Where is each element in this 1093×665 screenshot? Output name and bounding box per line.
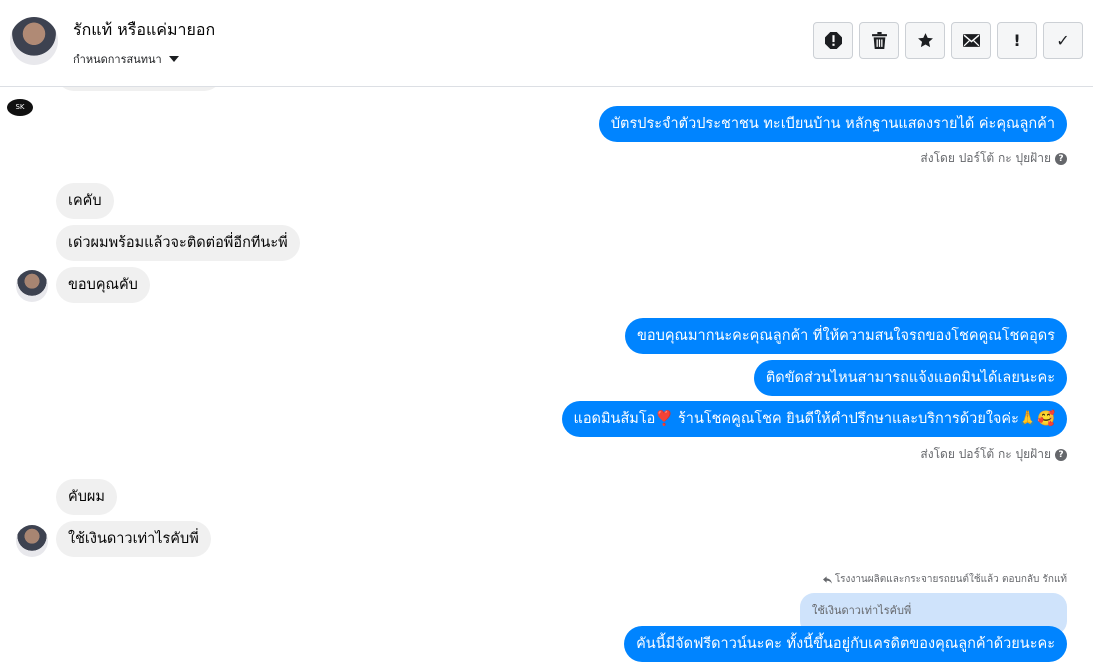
contact-avatar[interactable]: [10, 17, 58, 65]
incoming-message[interactable]: เด่วผมพร้อมแล้วจะติดต่อพี่อีกทีนะพี่: [56, 225, 300, 261]
checkmark-icon: ✓: [1056, 31, 1070, 50]
outgoing-message[interactable]: ติดขัดส่วนไหนสามารถแจ้งแอดมินได้เลยนะคะ: [753, 360, 1067, 396]
star-button[interactable]: [905, 22, 945, 59]
mark-spam-button[interactable]: [813, 22, 853, 59]
mark-done-button[interactable]: ✓: [1043, 22, 1083, 59]
star-icon: [917, 33, 933, 48]
contact-name[interactable]: รักแท้ หรือแค่มายอก: [73, 18, 215, 43]
conversation-settings-dropdown[interactable]: กำหนดการสนทนา: [73, 50, 179, 68]
conversation-settings-label: กำหนดการสนทนา: [73, 53, 162, 66]
reply-note: โรงงานผลิตและกระจายรถยนต์ใช้แล้ว ตอบกลับ…: [822, 572, 1067, 587]
message-thread[interactable]: SK บัตรประจำตัวประชาชน ทะเบียนบ้าน หลักฐ…: [0, 87, 1093, 665]
outgoing-message[interactable]: คันนี้มีจัดฟรีดาวน์นะคะ ทั้งนี้ขึ้นอยู่ก…: [624, 626, 1067, 662]
incoming-message[interactable]: คับผม: [56, 479, 117, 515]
spam-icon: [824, 32, 842, 49]
help-icon[interactable]: ?: [1055, 152, 1067, 165]
envelope-icon: [962, 34, 980, 47]
outgoing-message[interactable]: แอดมินส้มโอ❣️ ร้านโชคคูณโชค ยินดีให้คำปร…: [561, 401, 1067, 437]
page-logo: SK: [7, 99, 33, 116]
important-icon: !: [1013, 31, 1021, 50]
sent-by-text: ส่งโดย ปอร์โต้ กะ ปุยฝ้าย: [920, 447, 1051, 461]
contact-avatar-small[interactable]: [16, 525, 48, 557]
outgoing-message[interactable]: บัตรประจำตัวประชาชน ทะเบียนบ้าน หลักฐานแ…: [598, 106, 1067, 142]
incoming-message[interactable]: ขอบคุณคับ: [56, 267, 150, 303]
mark-unread-button[interactable]: [951, 22, 991, 59]
conversation-toolbar: ! ✓: [813, 22, 1083, 59]
sent-by-label: ส่งโดย ปอร์โต้ กะ ปุยฝ้าย ?: [920, 149, 1067, 168]
caret-down-icon: [168, 56, 179, 62]
conversation-header: รักแท้ หรือแค่มายอก กำหนดการสนทนา ! ✓: [0, 0, 1093, 87]
delete-button[interactable]: [859, 22, 899, 59]
reply-note-text: โรงงานผลิตและกระจายรถยนต์ใช้แล้ว ตอบกลับ…: [834, 574, 1067, 585]
contact-avatar-small[interactable]: [16, 270, 48, 302]
trash-icon: [871, 32, 887, 49]
help-icon[interactable]: ?: [1055, 448, 1067, 461]
sent-by-text: ส่งโดย ปอร์โต้ กะ ปุยฝ้าย: [920, 151, 1051, 165]
mark-important-button[interactable]: !: [997, 22, 1037, 59]
incoming-message[interactable]: เคคับ: [56, 183, 114, 219]
outgoing-message[interactable]: ขอบคุณมากนะคะคุณลูกค้า ที่ให้ความสนใจรถข…: [625, 318, 1067, 354]
reply-arrow-icon: [822, 575, 832, 584]
incoming-message[interactable]: ใช้เงินดาวเท่าไรคับพี่: [56, 521, 211, 557]
sent-by-label: ส่งโดย ปอร์โต้ กะ ปุยฝ้าย ?: [920, 445, 1067, 464]
message-bubble-partial: [56, 87, 222, 91]
